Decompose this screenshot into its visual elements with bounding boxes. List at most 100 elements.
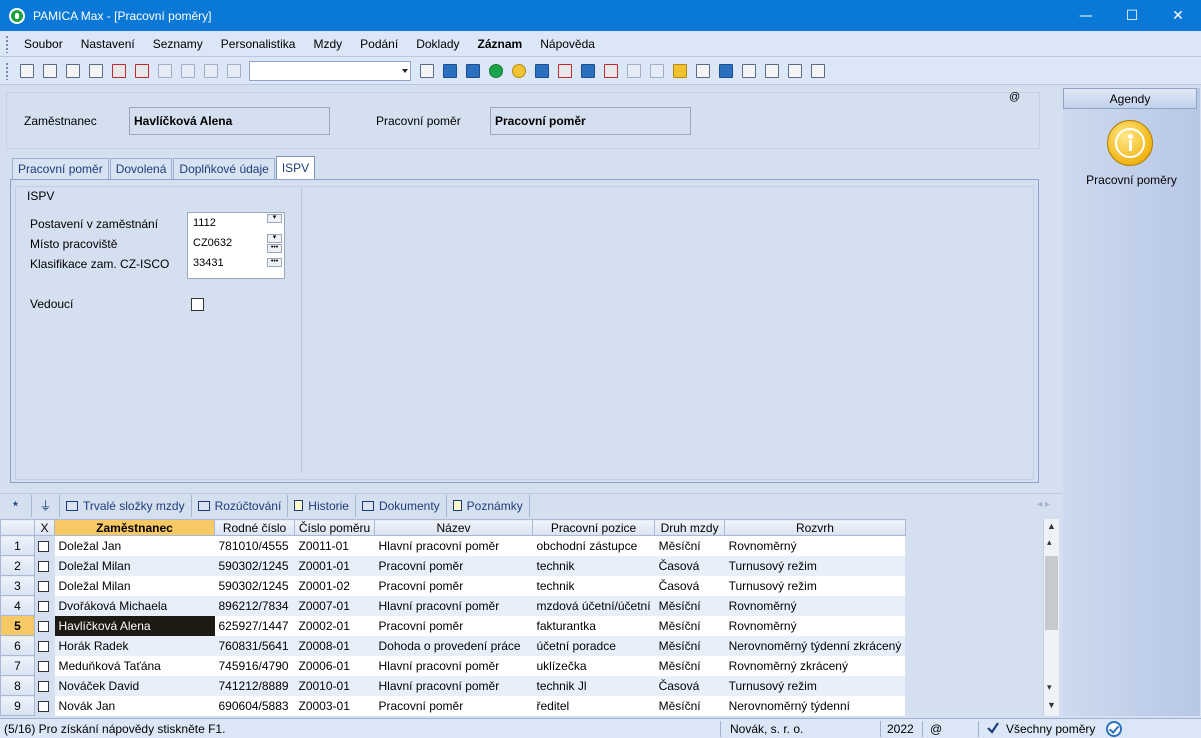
row-checkbox[interactable] bbox=[35, 596, 55, 616]
cell-relation-number[interactable]: Z0011-01 bbox=[294, 535, 375, 556]
cell-schedule[interactable]: Turnusový režim bbox=[724, 675, 906, 696]
table-row[interactable]: 8 Nováček David 741212/8889 Z0010-01 Hlavní … bbox=[0, 675, 906, 696]
pdf-export-icon[interactable] bbox=[109, 61, 129, 81]
cell-employee[interactable]: Dvořáková Michaela bbox=[54, 595, 215, 616]
cell-position[interactable]: uklízečka bbox=[532, 655, 655, 676]
monthly-icon-1[interactable] bbox=[532, 61, 552, 81]
pdf-send-icon[interactable] bbox=[132, 61, 152, 81]
checkbox[interactable] bbox=[38, 600, 49, 612]
checkbox[interactable] bbox=[38, 660, 49, 672]
isco-field[interactable]: 33431 ••• bbox=[188, 253, 284, 273]
cell-birth-number[interactable]: 590302/1245 bbox=[214, 575, 295, 596]
workplace-dropdown-icon[interactable]: ▾ bbox=[267, 234, 282, 243]
cell-position[interactable]: ředitel bbox=[532, 695, 655, 716]
cell-schedule[interactable]: Nerovnoměrný týdenní bbox=[724, 695, 906, 716]
row-checkbox[interactable] bbox=[35, 536, 55, 556]
cell-relation-number[interactable]: Z0003-01 bbox=[294, 695, 375, 716]
row-checkbox[interactable] bbox=[35, 556, 55, 576]
cell-relation-number[interactable]: Z0008-01 bbox=[294, 635, 375, 656]
row-checkbox[interactable] bbox=[35, 616, 55, 636]
cell-schedule[interactable]: Turnusový režim bbox=[724, 555, 906, 576]
tools-icon[interactable] bbox=[808, 61, 828, 81]
row-number[interactable]: 7 bbox=[0, 655, 35, 676]
table-row[interactable]: 5 Havlíčková Alena 625927/1447 Z0002-01 Prac… bbox=[0, 615, 906, 636]
print-preview-icon[interactable] bbox=[86, 61, 106, 81]
column-header-schedule[interactable]: Rozvrh bbox=[724, 519, 906, 536]
menu-personalistika[interactable]: Personalistika bbox=[212, 37, 305, 51]
tab-scroll-arrows[interactable]: ◂ ▸ bbox=[1037, 499, 1050, 510]
row-checkbox[interactable] bbox=[35, 656, 55, 676]
row-number[interactable]: 6 bbox=[0, 635, 35, 656]
cell-wage-type[interactable]: Časová bbox=[654, 675, 725, 696]
cell-schedule[interactable]: Turnusový režim bbox=[724, 575, 906, 596]
cell-employee[interactable]: Novák Jan bbox=[54, 695, 215, 716]
tab-doplnkove-udaje[interactable]: Doplňkové údaje bbox=[173, 158, 275, 179]
cell-name[interactable]: Pracovní poměr bbox=[374, 615, 533, 636]
cell-name[interactable]: Hlavní pracovní poměr bbox=[374, 675, 533, 696]
cell-employee[interactable]: Nováček David bbox=[54, 675, 215, 696]
tab-rozuctovani[interactable]: Rozúčtování bbox=[192, 494, 289, 517]
cell-relation-number[interactable]: Z0001-01 bbox=[294, 555, 375, 576]
new-document-icon[interactable] bbox=[155, 61, 175, 81]
table-row[interactable]: 1 Doležal Jan 781010/4555 Z0011-01 Hlavní pr… bbox=[0, 535, 906, 556]
scroll-bottom-icon[interactable]: ▼ bbox=[1047, 700, 1056, 710]
cell-birth-number[interactable]: 896212/7834 bbox=[214, 595, 295, 616]
menu-napoveda[interactable]: Nápověda bbox=[531, 37, 604, 51]
cell-position[interactable]: mzdová účetní/účetní bbox=[532, 595, 655, 616]
cell-wage-type[interactable]: Časová bbox=[654, 575, 725, 596]
row-number[interactable]: 3 bbox=[0, 575, 35, 596]
cell-name[interactable]: Pracovní poměr bbox=[374, 695, 533, 716]
save-all-icon[interactable] bbox=[201, 61, 221, 81]
cell-birth-number[interactable]: 625927/1447 bbox=[214, 615, 295, 636]
checkbox[interactable] bbox=[38, 560, 49, 572]
table-row[interactable]: 7 Meduňková Taťána 745916/4790 Z0006-01 Hlav… bbox=[0, 655, 906, 676]
tab-trvale-slozky[interactable]: Trvalé složky mzdy bbox=[60, 494, 192, 517]
checkbox[interactable] bbox=[38, 541, 49, 553]
row-number[interactable]: 8 bbox=[0, 675, 35, 696]
accessibility-icon[interactable] bbox=[509, 61, 529, 81]
checkbox[interactable] bbox=[38, 700, 49, 712]
tab-pracovni-pomer[interactable]: Pracovní poměr bbox=[12, 158, 109, 179]
cell-birth-number[interactable]: 745916/4790 bbox=[214, 655, 295, 676]
search-combo[interactable] bbox=[249, 60, 411, 81]
cell-schedule[interactable]: Rovnoměrný bbox=[724, 615, 906, 636]
cell-birth-number[interactable]: 690604/5883 bbox=[214, 695, 295, 716]
minimize-button[interactable]: — bbox=[1063, 0, 1109, 31]
scroll-up-icon[interactable]: ▴ bbox=[1047, 537, 1052, 548]
workplace-field[interactable]: CZ0632 ▾ ••• bbox=[188, 233, 284, 253]
cell-position[interactable]: technik bbox=[532, 555, 655, 576]
checkbox[interactable] bbox=[38, 640, 49, 652]
calculator-icon[interactable] bbox=[693, 61, 713, 81]
cell-employee[interactable]: Doležal Milan bbox=[54, 555, 215, 576]
copy-icon[interactable] bbox=[224, 61, 244, 81]
row-checkbox[interactable] bbox=[35, 696, 55, 716]
accessibility-person-icon[interactable] bbox=[1107, 120, 1153, 166]
row-number[interactable]: 5 bbox=[0, 615, 35, 636]
ok-circle-icon[interactable] bbox=[1106, 721, 1122, 737]
cell-schedule[interactable]: Rovnoměrný zkrácený bbox=[724, 655, 906, 676]
cell-birth-number[interactable]: 760831/5641 bbox=[214, 635, 295, 656]
row-number[interactable]: 4 bbox=[0, 595, 35, 616]
filter-tab-icon[interactable]: ⏚ bbox=[32, 494, 60, 517]
cell-employee[interactable]: Havlíčková Alena bbox=[54, 615, 215, 636]
cell-wage-type[interactable]: Měsíční bbox=[654, 695, 725, 716]
cell-wage-type[interactable]: Měsíční bbox=[654, 655, 725, 676]
maximize-button[interactable]: ☐ bbox=[1109, 0, 1155, 31]
vertical-scrollbar[interactable]: ▲ ▴ ▾ ▼ bbox=[1043, 519, 1059, 716]
cell-name[interactable]: Hlavní pracovní poměr bbox=[374, 655, 533, 676]
menu-podani[interactable]: Podání bbox=[351, 37, 407, 51]
column-header-relation-number[interactable]: Číslo poměru bbox=[294, 519, 375, 536]
table-row[interactable]: 3 Doležal Milan 590302/1245 Z0001-02 Pracovn… bbox=[0, 575, 906, 596]
cell-wage-type[interactable]: Měsíční bbox=[654, 615, 725, 636]
workplace-browse-icon[interactable]: ••• bbox=[267, 244, 282, 253]
status-filter[interactable]: Všechny poměry bbox=[1006, 722, 1095, 736]
tab-poznamky[interactable]: Poznámky bbox=[447, 494, 530, 517]
cell-relation-number[interactable]: Z0010-01 bbox=[294, 675, 375, 696]
agenda-item-label[interactable]: Pracovní poměry bbox=[1063, 173, 1200, 187]
monthly-icon-3[interactable] bbox=[578, 61, 598, 81]
cell-birth-number[interactable]: 781010/4555 bbox=[214, 535, 295, 556]
cell-name[interactable]: Pracovní poměr bbox=[374, 555, 533, 576]
scroll-down-icon[interactable]: ▾ bbox=[1047, 682, 1052, 693]
cell-employee[interactable]: Horák Radek bbox=[54, 635, 215, 656]
scroll-thumb[interactable] bbox=[1045, 556, 1058, 630]
